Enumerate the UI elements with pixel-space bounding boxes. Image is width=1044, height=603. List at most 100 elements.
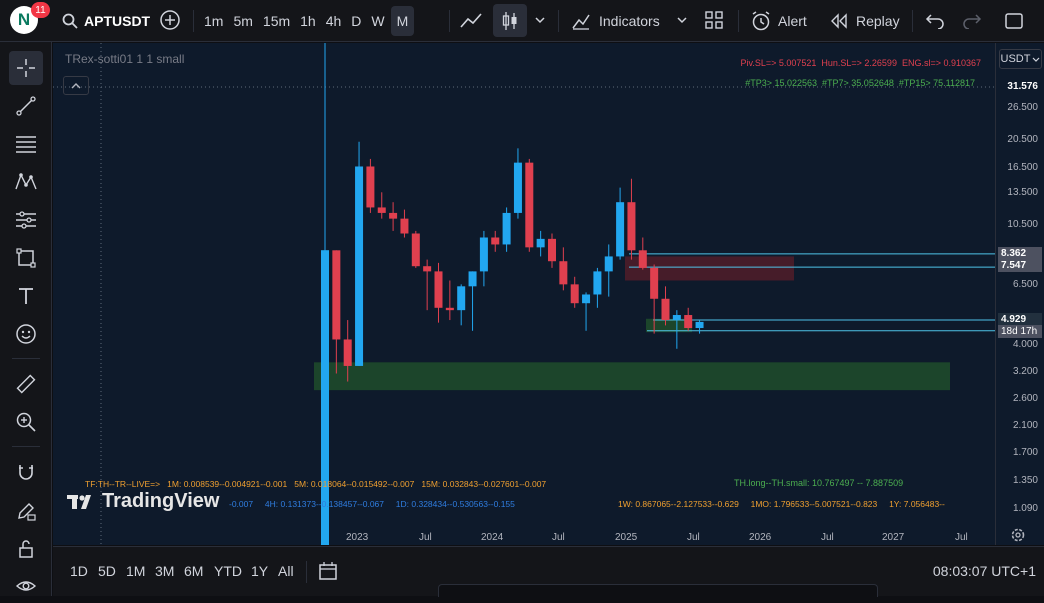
candle-body [434,271,443,308]
interval-1m[interactable]: 1m [200,6,227,36]
price-label: 6.500 [1012,279,1038,290]
undo-button[interactable] [925,11,945,34]
axis-settings-button[interactable] [1010,527,1026,548]
range-6m[interactable]: 6M [184,563,203,579]
draw-mode-tool[interactable] [9,494,43,528]
candle-body [536,238,545,248]
range-all[interactable]: All [278,563,294,579]
candle-body [366,166,375,208]
grid-layout-icon [705,11,723,29]
symbol-search[interactable]: APTUSDT [62,6,150,36]
floating-drawing-toolbar[interactable] [438,584,878,597]
price-tag-lower: 7.547 [998,259,1042,272]
time-label: 2024 [481,532,504,543]
indicators-button[interactable]: Indicators [570,8,660,34]
layout-button[interactable] [704,10,724,35]
candle-body [559,261,568,285]
alert-button[interactable]: Alert [750,8,807,34]
price-label: 16.500 [1007,162,1038,173]
ruler-icon [16,374,36,394]
fullscreen-button[interactable] [1004,11,1024,36]
candle-body [468,271,477,287]
range-1d[interactable]: 1D [70,563,88,579]
weekly-info: 1W: 0.867065--2.127533--0.629 1MO: 1.796… [618,499,945,509]
interval-4h[interactable]: 4h [322,6,346,36]
fib-tool[interactable] [9,127,43,161]
notification-badge: 11 [31,2,50,18]
replay-button[interactable]: Replay [830,8,900,34]
crosshair-tool[interactable] [9,51,43,85]
collapse-legend-button[interactable] [63,76,89,95]
currency-selector[interactable]: USDT [999,49,1042,69]
clock-timezone[interactable]: 08:03:07 UTC+1 [933,563,1036,579]
price-axis[interactable]: USDT 31.576 26.500 20.500 16.500 13.500 … [995,43,1044,545]
shape-tool[interactable] [9,241,43,275]
indicator-legend[interactable]: TRex-sotti01 1 1 small [65,52,184,66]
lock-tool[interactable] [9,532,43,566]
countdown-tag: 18d 17h [998,325,1042,338]
time-label: Jul [955,532,968,543]
price-label: 4.000 [1012,339,1038,350]
candle-body [582,294,591,304]
take-profit-info: #TP3> 15.022563 #TP7> 35.052648 #TP15> 7… [745,78,975,88]
candle-body [525,162,534,248]
candle-body [423,266,432,272]
interval-15m[interactable]: 15m [259,6,294,36]
interval-1h[interactable]: 1h [296,6,320,36]
compare-button[interactable] [159,9,181,36]
measure-tool[interactable] [9,367,43,401]
interval-5m[interactable]: 5m [229,6,256,36]
chevron-down-icon [535,17,545,24]
emoji-tool[interactable] [9,317,43,351]
range-1m[interactable]: 1M [126,563,145,579]
candle-body [377,207,386,213]
range-3m[interactable]: 3M [155,563,174,579]
pattern-icon [15,173,37,190]
indicators-dropdown[interactable] [676,12,688,33]
range-ytd[interactable]: YTD [214,563,242,579]
gear-icon [1011,528,1025,542]
zoom-in-icon [16,412,36,432]
candles-chart-button[interactable] [493,4,527,37]
time-label: Jul [419,532,432,543]
line-chart-button[interactable] [459,10,483,37]
smiley-icon [16,324,36,344]
candle-body [695,321,704,329]
candle-body [627,202,636,251]
interval-d[interactable]: D [347,6,365,36]
pencil-lock-icon [18,503,36,521]
plus-circle-icon [160,10,180,30]
candle-body [593,271,602,295]
candle-body [661,298,670,321]
chart-type-dropdown[interactable] [534,12,546,33]
indicators-icon [572,14,590,30]
interval-w[interactable]: W [367,6,388,36]
indicators-label: Indicators [599,13,660,29]
replay-label: Replay [856,13,900,29]
range-5d[interactable]: 5D [98,563,116,579]
redo-button[interactable] [962,11,982,34]
price-label: 1.090 [1012,503,1038,514]
chart-pane[interactable]: TRex-sotti01 1 1 small Piv.SL=> 5.007521… [53,43,995,545]
candle-body [400,218,409,234]
zoom-tool[interactable] [9,405,43,439]
range-1y[interactable]: 1Y [251,563,268,579]
text-tool[interactable] [9,279,43,313]
candle-body [638,250,647,268]
visibility-tool[interactable] [9,569,43,603]
trend-line-tool[interactable] [9,89,43,123]
pattern-tool[interactable] [9,165,43,199]
bottom-toolbar: 1D 5D 1M 3M 6M YTD 1Y All 08:03:07 UTC+1 [53,546,1044,597]
th-info: TH.long--TH.small: 10.767497 -- 7.887509 [734,478,904,488]
stop-loss-info: Piv.SL=> 5.007521 Hun.SL=> 2.26599 ENG.s… [740,58,981,68]
forecast-tool[interactable] [9,203,43,237]
price-label: 26.500 [1007,102,1038,113]
crosshair-icon [17,59,35,77]
interval-m[interactable]: M [390,6,415,36]
go-to-date-button[interactable] [317,560,339,587]
time-label: 2025 [615,532,638,543]
magnet-tool[interactable] [9,456,43,490]
text-icon [19,288,33,304]
sliders-icon [16,211,36,229]
rectangle-icon [16,248,36,268]
